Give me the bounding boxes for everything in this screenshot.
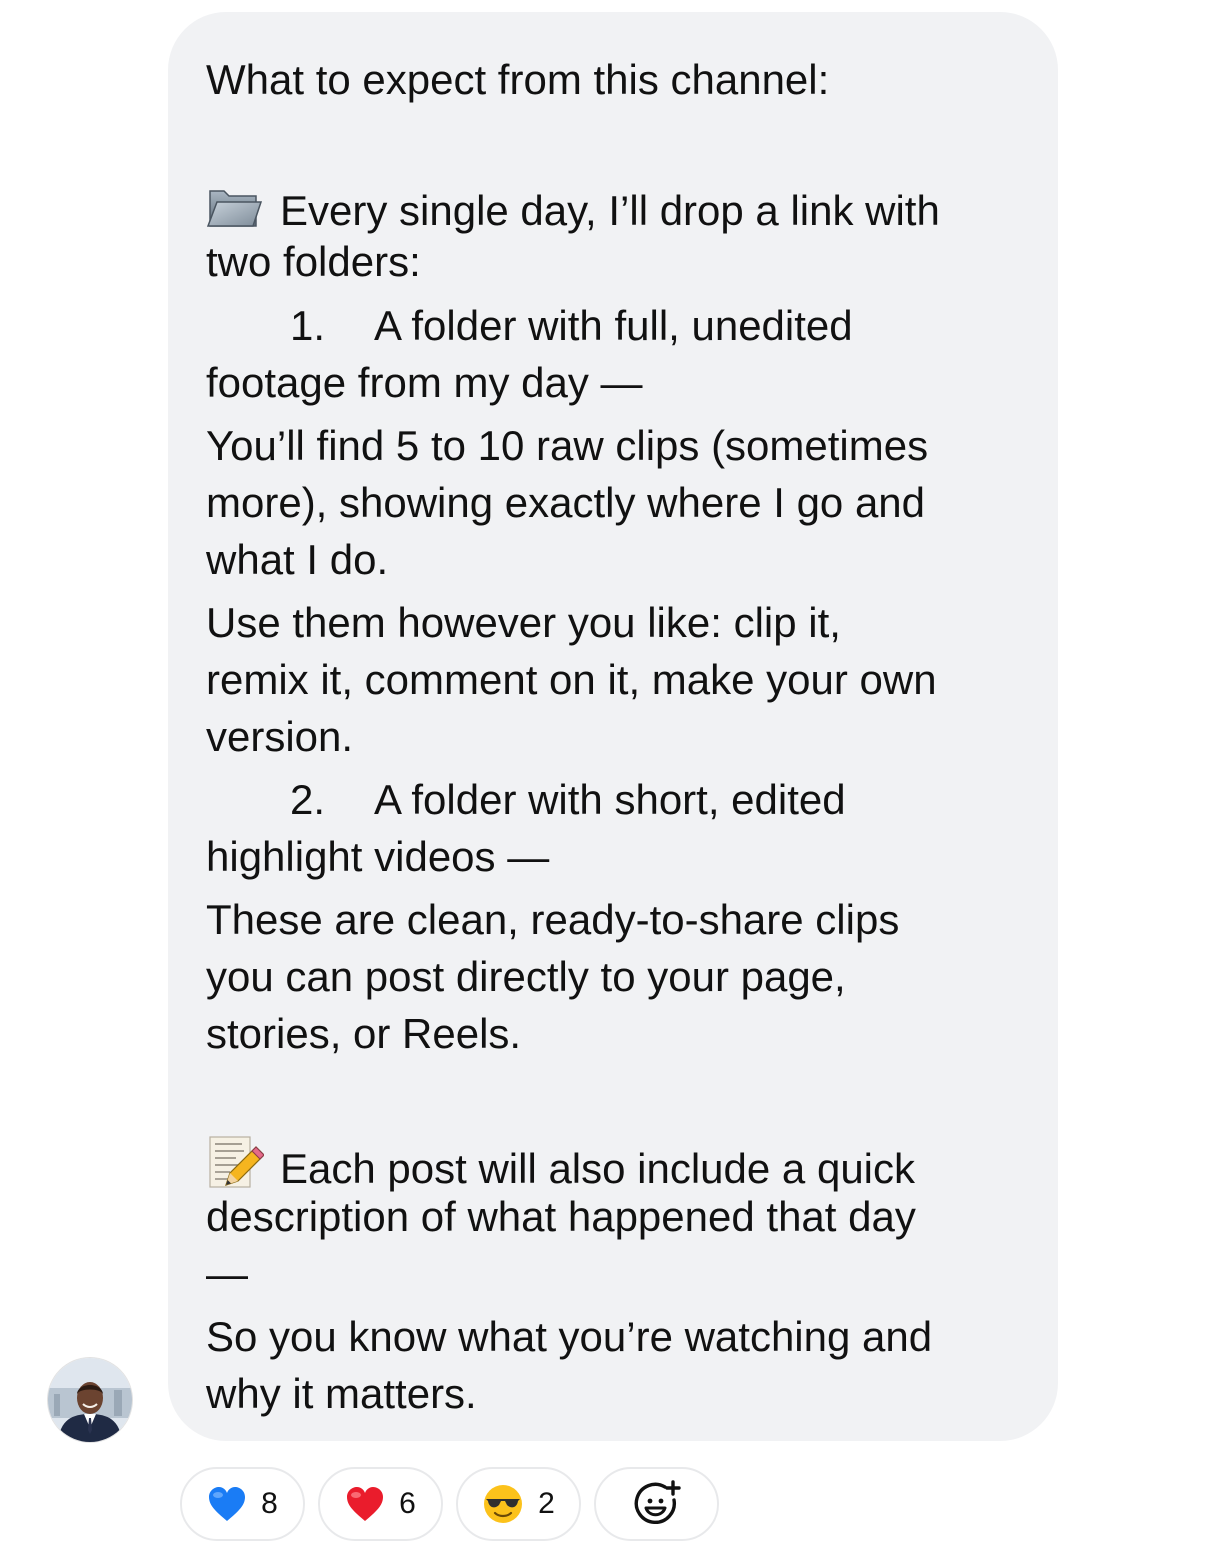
reaction-count: 2: [538, 1487, 555, 1520]
section1-line1: Every single day, I’ll drop a link with: [206, 181, 940, 236]
section1-line2: two folders:: [206, 238, 421, 285]
red-heart-icon: [347, 1487, 384, 1521]
list-item-1-line1: 1. A folder with full, unedited: [206, 301, 853, 351]
section2-line1: Each post will also include a quick: [206, 1135, 915, 1194]
closing-line2: why it matters.: [206, 1370, 477, 1417]
item1-desc-line2: more), showing exactly where I go and: [206, 479, 926, 526]
item2-desc-line2: you can post directly to your page,: [206, 953, 846, 1000]
item1-use-line1: Use them however you like: clip it,: [206, 599, 841, 646]
list-item-2-line2: highlight videos —: [206, 833, 550, 880]
reaction-chip-blue-heart[interactable]: 8: [180, 1467, 305, 1541]
sunglasses-face-icon: [484, 1485, 523, 1523]
add-reaction-icon: [634, 1480, 681, 1524]
memo-pencil-icon: [206, 1135, 266, 1188]
item1-use-line2: remix it, comment on it, make your own: [206, 656, 937, 703]
reaction-chip-red-heart[interactable]: 6: [318, 1467, 443, 1541]
message-bubble[interactable]: What to expect from this channel: Every …: [168, 12, 1058, 1441]
person-in-suit-avatar: [48, 1358, 132, 1442]
list-item-1-line2: footage from my day —: [206, 359, 643, 406]
item2-desc-line1: These are clean, ready-to-share clips: [206, 896, 900, 943]
item2-desc-line3: stories, or Reels.: [206, 1010, 522, 1057]
section2-line2: description of what happened that day: [206, 1193, 916, 1240]
list-item-2-line1: 2. A folder with short, edited: [206, 775, 846, 825]
open-folder-icon: [206, 181, 266, 227]
list-number: 1.: [290, 302, 326, 349]
add-reaction-button[interactable]: [594, 1467, 719, 1541]
chat-screen: What to expect from this channel: Every …: [0, 0, 1206, 1545]
item1-use-line3: version.: [206, 713, 354, 760]
reaction-count: 6: [399, 1487, 416, 1520]
reaction-count: 8: [261, 1487, 278, 1520]
list-number: 2.: [290, 776, 326, 823]
section2-line3: —: [206, 1250, 248, 1297]
item1-desc-line1: You’ll find 5 to 10 raw clips (sometimes: [206, 422, 929, 469]
message-heading: What to expect from this channel:: [206, 56, 830, 103]
blue-heart-icon: [209, 1487, 246, 1521]
reaction-chip-sunglasses[interactable]: 2: [456, 1467, 581, 1541]
sender-avatar[interactable]: [48, 1358, 132, 1442]
item1-desc-line3: what I do.: [206, 536, 389, 583]
closing-line1: So you know what you’re watching and: [206, 1313, 933, 1360]
